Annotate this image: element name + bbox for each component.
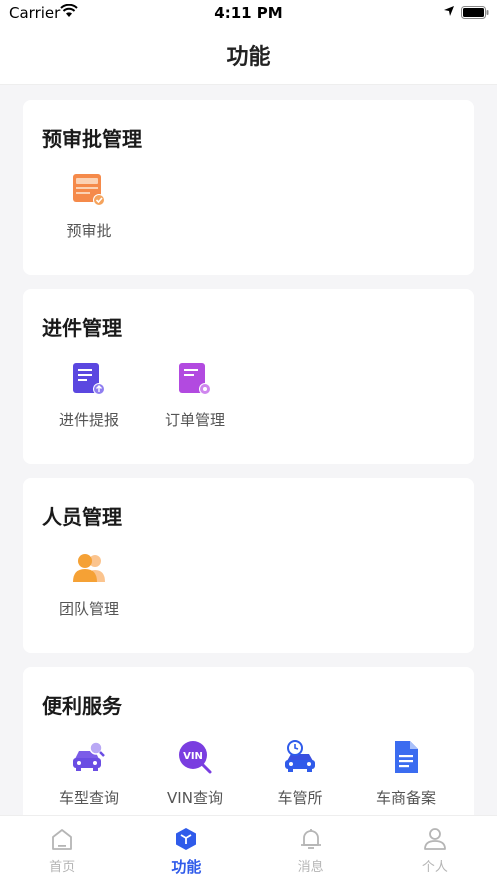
pre-approval-icon xyxy=(73,174,105,206)
vin-search-icon: VIN xyxy=(179,741,212,774)
vin-search-button[interactable]: VIN VIN查询 xyxy=(140,739,250,808)
tab-bar: 首页 功能 消息 个人 xyxy=(0,815,497,883)
item-label: 预审批 xyxy=(66,222,112,240)
tab-label: 首页 xyxy=(49,860,76,875)
pre-approval-button[interactable]: 预审批 xyxy=(34,172,144,241)
section-title: 人员管理 xyxy=(42,505,122,529)
home-icon xyxy=(52,829,73,850)
item-label: VIN查询 xyxy=(167,789,223,807)
car-model-search-icon xyxy=(73,741,105,771)
battery-icon xyxy=(461,6,489,19)
svg-text:VIN: VIN xyxy=(183,751,203,762)
section-card-personnel: 人员管理 团队管理 xyxy=(23,478,474,653)
tab-label: 个人 xyxy=(421,860,448,875)
tab-home[interactable]: 首页 xyxy=(0,816,124,883)
section-card-services: 便利服务 车型查询 VIN VIN查询 车管所 车商备案 xyxy=(23,667,474,815)
section-card-pre-approval: 预审批管理 预审批 xyxy=(23,100,474,275)
tab-label: 消息 xyxy=(297,860,324,875)
bell-icon xyxy=(300,829,321,849)
application-submit-button[interactable]: 进件提报 xyxy=(34,361,144,430)
tab-messages[interactable]: 消息 xyxy=(249,816,373,883)
nav-bar: 功能 xyxy=(0,26,497,84)
tab-label: 功能 xyxy=(171,858,202,876)
section-title: 便利服务 xyxy=(42,694,122,718)
application-submit-icon xyxy=(73,363,105,395)
team-management-icon xyxy=(73,554,105,582)
item-label: 车商备案 xyxy=(375,789,436,807)
section-card-application: 进件管理 进件提报 订单管理 xyxy=(23,289,474,464)
section-title: 进件管理 xyxy=(42,316,122,340)
vehicle-office-icon xyxy=(285,740,315,772)
dealer-filing-button[interactable]: 车商备案 xyxy=(351,739,461,808)
location-arrow-icon xyxy=(444,6,454,16)
order-management-button[interactable]: 订单管理 xyxy=(140,361,250,430)
function-list[interactable]: 预审批管理 预审批 进件管理 进件提报 订单管理 人员管理 团队管理 便利服务 … xyxy=(0,84,497,815)
page-title: 功能 xyxy=(226,45,271,70)
item-label: 车管所 xyxy=(277,789,323,807)
dealer-filing-icon xyxy=(395,741,418,773)
section-title: 预审批管理 xyxy=(42,127,142,151)
vehicle-office-button[interactable]: 车管所 xyxy=(245,739,355,808)
item-label: 团队管理 xyxy=(58,600,119,618)
status-bar: Carrier 4:11 PM xyxy=(0,0,497,26)
tab-profile[interactable]: 个人 xyxy=(373,816,497,883)
person-icon xyxy=(423,828,446,850)
item-label: 车型查询 xyxy=(58,789,119,807)
clock: 4:11 PM xyxy=(214,4,283,22)
item-label: 进件提报 xyxy=(58,411,119,429)
tab-function[interactable]: 功能 xyxy=(124,816,248,883)
item-label: 订单管理 xyxy=(164,411,225,429)
order-management-icon xyxy=(179,363,211,395)
function-cube-icon xyxy=(176,828,197,850)
car-model-search-button[interactable]: 车型查询 xyxy=(34,739,144,808)
team-management-button[interactable]: 团队管理 xyxy=(34,550,144,619)
